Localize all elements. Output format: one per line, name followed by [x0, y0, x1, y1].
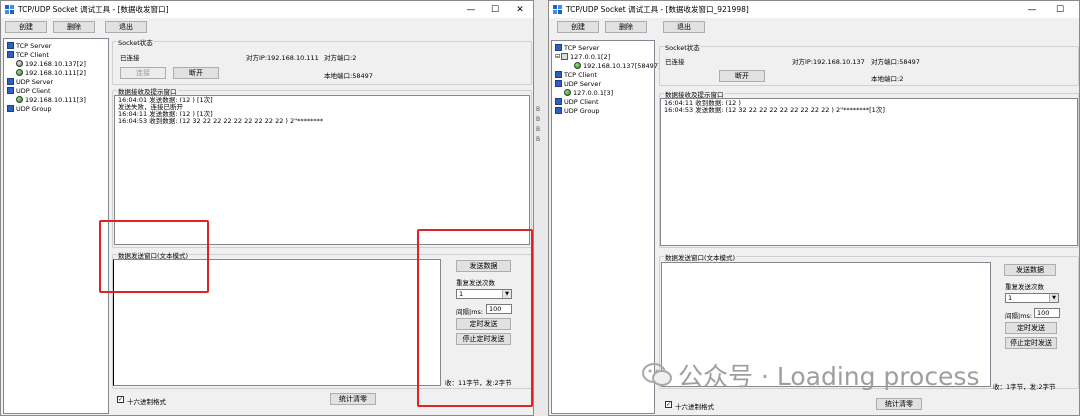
annotation-box: [417, 229, 533, 407]
interval-label: 间隔|ms:: [1005, 312, 1033, 320]
peer-ip: 对方IP:192.168.10.137: [792, 58, 865, 66]
wechat-icon: [642, 362, 672, 388]
disconnect-button[interactable]: 断开: [173, 67, 219, 79]
byte-counter-status: 收：1字节，发:2字节: [993, 383, 1056, 391]
delete-button[interactable]: 删除: [53, 21, 95, 33]
tree-item-tcp-server[interactable]: TCP Server: [555, 43, 599, 52]
tree-item-udp-111[interactable]: 192.168.10.111[3]: [16, 95, 86, 104]
create-button[interactable]: 创建: [557, 21, 599, 33]
tree-item-udp-group[interactable]: UDP Group: [7, 104, 52, 113]
window-title: TCP/UDP Socket 调试工具 - [数据收发窗口]: [18, 5, 169, 14]
socket-status-label: Socket状态: [664, 42, 701, 52]
toolbar: 创建 删除 退出: [549, 18, 1079, 36]
connection-tree: TCP Server ⊟ 127.0.0.1[2] 192.168.10.137[…: [551, 40, 660, 414]
tree-item-udp-server[interactable]: UDP Server: [555, 79, 601, 88]
stop-timed-send-button[interactable]: 停止定时发送: [1005, 337, 1057, 349]
chevron-down-icon[interactable]: ▼: [1049, 294, 1058, 302]
folder-icon: [7, 51, 14, 58]
exit-button[interactable]: 退出: [105, 21, 147, 33]
local-port: 本地端口:2: [871, 75, 904, 83]
tree-item-udp-client[interactable]: UDP Client: [7, 86, 51, 95]
log-line: 16:04:53 发送数据: (12 32 22 22 22 22 22 22 …: [664, 106, 885, 114]
tree-item-server-client[interactable]: 192.168.10.137[58497]: [574, 61, 660, 70]
right-title-bar: TCP/UDP Socket 调试工具 - [数据收发窗口_921998]: [549, 1, 1079, 18]
right-app-window: TCP/UDP Socket 调试工具 - [数据收发窗口_921998] — …: [548, 0, 1080, 416]
tree-item-udp-127[interactable]: 127.0.0.1[3]: [564, 88, 613, 97]
local-port: 本地端口:58497: [324, 72, 373, 80]
log-line: 16:04:53 收到数据: (12 32 22 22 22 22 22 22 …: [118, 117, 324, 125]
stats-clear-button[interactable]: 统计清零: [876, 398, 922, 410]
minimize-icon[interactable]: —: [1017, 1, 1047, 18]
status-green-icon: [16, 96, 23, 103]
socket-status-label: Socket状态: [117, 37, 154, 47]
hex-format-checkbox[interactable]: ✓: [665, 401, 672, 408]
stats-clear-button[interactable]: 统计清零: [330, 393, 376, 405]
status-green-icon: [574, 62, 581, 69]
scroll-letters: BBBB: [536, 106, 541, 143]
status-gray-icon: [16, 60, 23, 67]
status-green-icon: [16, 69, 23, 76]
folder-icon: [7, 42, 14, 49]
repeat-count-select[interactable]: 1 ▼: [1005, 293, 1059, 303]
tree-item-udp-group[interactable]: UDP Group: [555, 106, 600, 115]
toolbar: 创建 删除 退出: [1, 18, 533, 36]
connection-tree: TCP Server TCP Client 192.168.10.137[2] …: [3, 38, 109, 414]
connection-state: 已连接: [120, 54, 140, 62]
tree-item-tcp-server[interactable]: TCP Server: [7, 41, 51, 50]
watermark-text: 公众号 · Loading process: [678, 362, 980, 391]
peer-port: 对方端口:58497: [871, 58, 920, 66]
tree-item-server-127[interactable]: ⊟ 127.0.0.1[2]: [555, 52, 610, 61]
hex-format-label: 十六进制格式: [675, 403, 714, 411]
create-button[interactable]: 创建: [5, 21, 47, 33]
folder-icon: [7, 78, 14, 85]
window-title: TCP/UDP Socket 调试工具 - [数据收发窗口_921998]: [566, 5, 749, 14]
left-title-bar: TCP/UDP Socket 调试工具 - [数据收发窗口]: [1, 1, 533, 18]
desktop-strip: [534, 0, 548, 416]
tree-item-udp-server[interactable]: UDP Server: [7, 77, 53, 86]
app-icon: [5, 5, 14, 14]
app-icon: [553, 5, 562, 14]
tree-item-client-137[interactable]: 192.168.10.137[2]: [16, 59, 86, 68]
hex-format-label: 十六进制格式: [127, 398, 166, 406]
folder-icon: [7, 87, 14, 94]
maximize-icon[interactable]: ☐: [1045, 1, 1075, 18]
folder-icon: [555, 80, 562, 87]
tree-item-client-111[interactable]: 192.168.10.111[2]: [16, 68, 86, 77]
folder-icon: [555, 107, 562, 114]
annotation-box: [99, 220, 209, 293]
connect-button[interactable]: 连接: [120, 67, 166, 79]
interval-input[interactable]: 100: [1034, 308, 1060, 318]
collapse-icon[interactable]: ⊟: [555, 53, 560, 60]
status-green-icon: [564, 89, 571, 96]
hex-format-checkbox[interactable]: ✓: [117, 396, 124, 403]
peer-port: 对方端口:2: [324, 54, 357, 62]
watermark: 公众号 · Loading process: [642, 357, 980, 393]
folder-icon: [555, 44, 562, 51]
peer-ip: 对方IP:192.168.10.111: [246, 54, 319, 62]
connection-state: 已连接: [665, 58, 685, 66]
tree-item-tcp-client[interactable]: TCP Client: [7, 50, 49, 59]
repeat-count-label: 重复发送次数: [1005, 283, 1044, 291]
left-app-window: TCP/UDP Socket 调试工具 - [数据收发窗口] — ☐ ✕ 创建 …: [0, 0, 534, 416]
send-data-button[interactable]: 发送数据: [1004, 264, 1056, 276]
exit-button[interactable]: 退出: [663, 21, 705, 33]
folder-icon: [7, 105, 14, 112]
disconnect-button[interactable]: 断开: [719, 70, 765, 82]
tree-item-udp-client[interactable]: UDP Client: [555, 97, 599, 106]
folder-icon: [555, 71, 562, 78]
close-icon[interactable]: ✕: [505, 1, 533, 18]
timed-send-button[interactable]: 定时发送: [1005, 322, 1057, 334]
receive-log[interactable]: 16:04:11 收到数据: (12 ) 16:04:53 发送数据: (12 …: [660, 98, 1078, 246]
tree-item-tcp-client[interactable]: TCP Client: [555, 70, 597, 79]
delete-button[interactable]: 删除: [605, 21, 647, 33]
computer-icon: [561, 53, 569, 60]
folder-icon: [555, 98, 562, 105]
send-group-label: 数据发送窗口(文本模式): [664, 252, 737, 262]
